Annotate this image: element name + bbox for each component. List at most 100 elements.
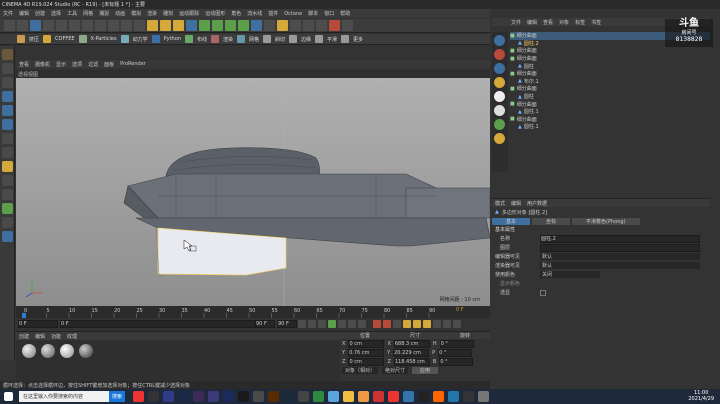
list-item[interactable]: ■ 细分曲面	[510, 55, 710, 63]
taskbar-app-18-icon[interactable]	[388, 391, 400, 402]
taskbar-app-1-icon[interactable]	[133, 391, 145, 402]
menu-snap[interactable]: 捕捉	[99, 10, 109, 17]
taskbar-app-8-icon[interactable]	[238, 391, 250, 402]
cube-icon[interactable]	[186, 20, 197, 31]
layout-icon[interactable]	[342, 20, 353, 31]
menu-help[interactable]: 帮助	[340, 10, 350, 17]
obj-menu-objects[interactable]: 对象	[559, 19, 569, 26]
rotation-p-field[interactable]	[438, 348, 473, 357]
mat-menu-create[interactable]: 创建	[19, 333, 29, 340]
menu-plugins[interactable]: 插件	[268, 10, 278, 17]
wire-icon[interactable]	[184, 35, 193, 43]
attr-menu-edit[interactable]: 编辑	[511, 200, 521, 207]
param-key-icon[interactable]	[433, 319, 441, 328]
timeline-ruler[interactable]: 0 5 10 15 20 25 30 35 40 45 50 55 60 65 70 75 80 85 90 0 F	[16, 306, 490, 318]
perspective-viewport[interactable]: 网格间距 : 10 cm	[16, 78, 491, 306]
lock-icon[interactable]	[2, 217, 13, 228]
taskbar-app-20-icon[interactable]	[418, 391, 430, 402]
grid-icon[interactable]	[2, 231, 13, 242]
redo-icon[interactable]	[17, 20, 28, 31]
coord-mode-select[interactable]: 对象（相对）	[342, 367, 379, 374]
menu-character[interactable]: 角色	[231, 10, 241, 17]
deformer-icon[interactable]	[238, 20, 249, 31]
render-view-icon[interactable]	[147, 20, 158, 31]
tab-coordinates[interactable]: 坐标	[532, 217, 571, 225]
layer-field[interactable]	[540, 243, 700, 252]
coffee-icon[interactable]	[43, 35, 52, 43]
dynamics-icon[interactable]	[120, 35, 129, 43]
snap-toggle-icon[interactable]	[2, 161, 13, 172]
vp-menu-options[interactable]: 选项	[72, 61, 82, 68]
taskbar-search-box[interactable]: 在这里输入你要搜索的内容	[19, 391, 109, 402]
taskbar-premiere-icon[interactable]	[163, 391, 175, 402]
texture-icon[interactable]	[303, 20, 314, 31]
list-item[interactable]: ▲ 圆柱.1	[510, 108, 710, 116]
rotation-key-icon[interactable]	[423, 319, 431, 328]
goto-end-icon[interactable]	[358, 319, 366, 328]
make-editable-icon[interactable]	[2, 49, 13, 60]
tab-phong[interactable]: 平滑着色(Phong)	[572, 217, 640, 225]
record-icon[interactable]	[373, 319, 381, 328]
pen-icon[interactable]	[199, 20, 210, 31]
menu-mograph[interactable]: 运动图形	[205, 10, 225, 17]
object-tool-icon-5[interactable]	[494, 91, 505, 102]
rotate-icon[interactable]	[69, 20, 80, 31]
list-item[interactable]: ■ 细分曲面	[510, 100, 710, 108]
attr-menu-mode[interactable]: 模式	[495, 200, 505, 207]
menu-octane[interactable]: Octane	[284, 11, 302, 17]
rotation-h-field[interactable]	[439, 339, 474, 348]
more-label[interactable]: 更多	[353, 36, 363, 43]
vp-menu-panel[interactable]: 面板	[104, 61, 114, 68]
snap-icon[interactable]	[329, 20, 340, 31]
z-axis-icon[interactable]	[121, 20, 132, 31]
xparticles-icon[interactable]	[78, 35, 87, 43]
extrude-icon[interactable]	[17, 35, 25, 43]
menu-file[interactable]: 文件	[3, 10, 13, 17]
python-icon[interactable]	[151, 35, 160, 43]
position-x-field[interactable]	[348, 339, 385, 348]
taskbar-ps-icon[interactable]	[178, 391, 190, 402]
object-tool-icon-2[interactable]	[494, 49, 505, 60]
taskbar-app-13-icon[interactable]	[313, 391, 325, 402]
array-icon[interactable]	[225, 20, 236, 31]
live-selection-icon[interactable]	[30, 20, 41, 31]
use-color-select[interactable]: 关闭	[540, 271, 600, 278]
list-item[interactable]: ■ 细分曲面	[510, 47, 710, 55]
taskbar-ae-icon[interactable]	[193, 391, 205, 402]
apply-button[interactable]: 应用	[412, 367, 439, 374]
coord-system-icon[interactable]	[134, 20, 145, 31]
render-to-picture-viewer-icon[interactable]	[160, 20, 171, 31]
material-ball-4[interactable]	[79, 344, 93, 358]
taskbar-app-24-icon[interactable]	[478, 391, 490, 402]
more-icon[interactable]	[341, 35, 350, 43]
tweak-mode-icon[interactable]	[2, 147, 13, 158]
taskbar-illustrator-icon[interactable]	[268, 391, 280, 402]
mat-menu-texture[interactable]: 纹理	[67, 333, 77, 340]
list-item[interactable]: ▲ 圆柱	[510, 93, 710, 101]
undo-icon[interactable]	[4, 20, 15, 31]
material-ball-3[interactable]	[60, 344, 74, 358]
taskbar-app-9-icon[interactable]	[253, 391, 265, 402]
menu-animate[interactable]: 动画	[115, 10, 125, 17]
vp-menu-display[interactable]: 显示	[56, 61, 66, 68]
position-y-field[interactable]	[348, 348, 385, 357]
x-axis-icon[interactable]	[95, 20, 106, 31]
rotation-b-field[interactable]	[439, 357, 474, 366]
workplane-icon[interactable]	[316, 20, 327, 31]
polygons-mode-icon[interactable]	[2, 119, 13, 130]
object-tool-icon-6[interactable]	[494, 105, 505, 116]
menu-sculpt[interactable]: 雕刻	[163, 10, 173, 17]
taskbar-app-22-icon[interactable]	[448, 391, 460, 402]
menu-simulate[interactable]: 模拟	[131, 10, 141, 17]
menu-mesh[interactable]: 网格	[83, 10, 93, 17]
menu-create[interactable]: 创建	[35, 10, 45, 17]
menu-edit[interactable]: 编辑	[19, 10, 29, 17]
size-z-field[interactable]	[393, 357, 430, 366]
edges-mode-icon[interactable]	[2, 105, 13, 116]
menu-script[interactable]: 脚本	[308, 10, 318, 17]
y-axis-icon[interactable]	[108, 20, 119, 31]
obj-menu-tags[interactable]: 标签	[575, 19, 585, 26]
xparticles-label[interactable]: X-Particles	[91, 36, 117, 42]
prev-frame-icon[interactable]	[318, 319, 326, 328]
play-icon[interactable]	[328, 319, 336, 328]
